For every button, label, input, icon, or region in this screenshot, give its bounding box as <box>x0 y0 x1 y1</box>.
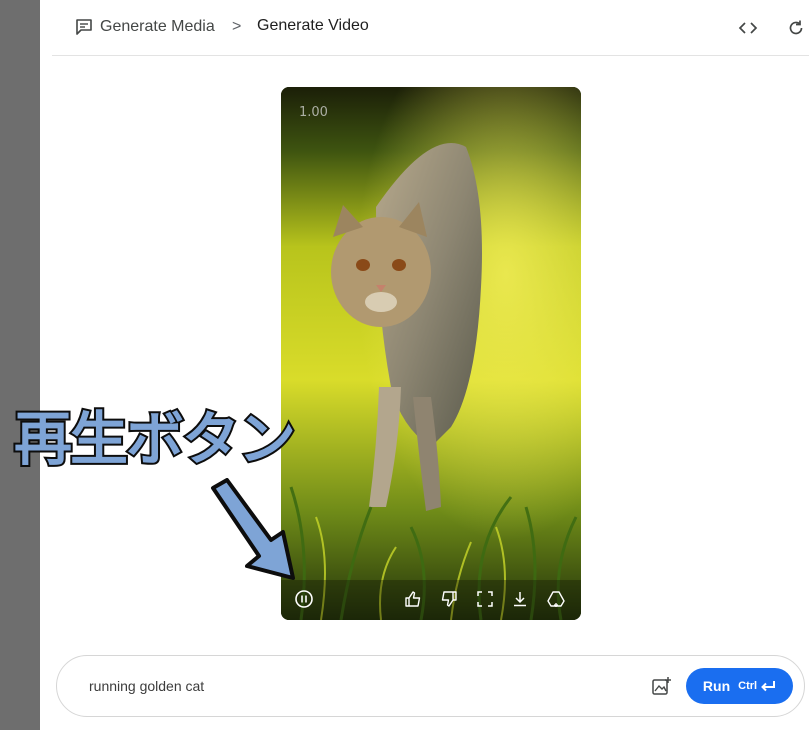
code-icon[interactable] <box>736 16 760 40</box>
chat-icon <box>74 17 94 37</box>
breadcrumb-parent-label: Generate Media <box>100 18 215 35</box>
fullscreen-icon[interactable] <box>474 588 496 610</box>
annotation-arrow <box>205 478 305 593</box>
annotation-label: 再生ボタン <box>12 405 298 473</box>
run-shortcut-label: Ctrl <box>738 680 758 692</box>
drive-save-icon[interactable] <box>545 588 567 610</box>
video-frame-cat <box>281 87 581 620</box>
main-panel: Generate Media > Generate Video 1.00 run… <box>40 0 809 730</box>
run-button[interactable]: Run Ctrl <box>686 668 793 704</box>
page-title: Generate Video <box>257 17 369 34</box>
add-image-icon[interactable] <box>650 675 672 697</box>
thumbs-up-icon[interactable] <box>402 588 424 610</box>
download-icon[interactable] <box>509 588 531 610</box>
video-player[interactable]: 1.00 <box>281 87 581 620</box>
playback-speed: 1.00 <box>299 105 328 120</box>
refresh-icon[interactable] <box>784 16 808 40</box>
breadcrumb-parent[interactable]: Generate Media <box>74 17 215 37</box>
header-bar: Generate Media > Generate Video <box>52 0 809 56</box>
run-button-label: Run <box>702 678 731 694</box>
thumbs-down-icon[interactable] <box>438 588 460 610</box>
prompt-input-box[interactable]: running golden cat Run Ctrl <box>56 655 805 717</box>
breadcrumb-separator: > <box>232 18 242 35</box>
prompt-input[interactable]: running golden cat <box>89 678 204 694</box>
side-strip <box>0 0 40 730</box>
app-root: Generate Media > Generate Video 1.00 run… <box>0 0 809 730</box>
enter-key-icon <box>760 678 776 694</box>
video-controls <box>281 580 581 620</box>
